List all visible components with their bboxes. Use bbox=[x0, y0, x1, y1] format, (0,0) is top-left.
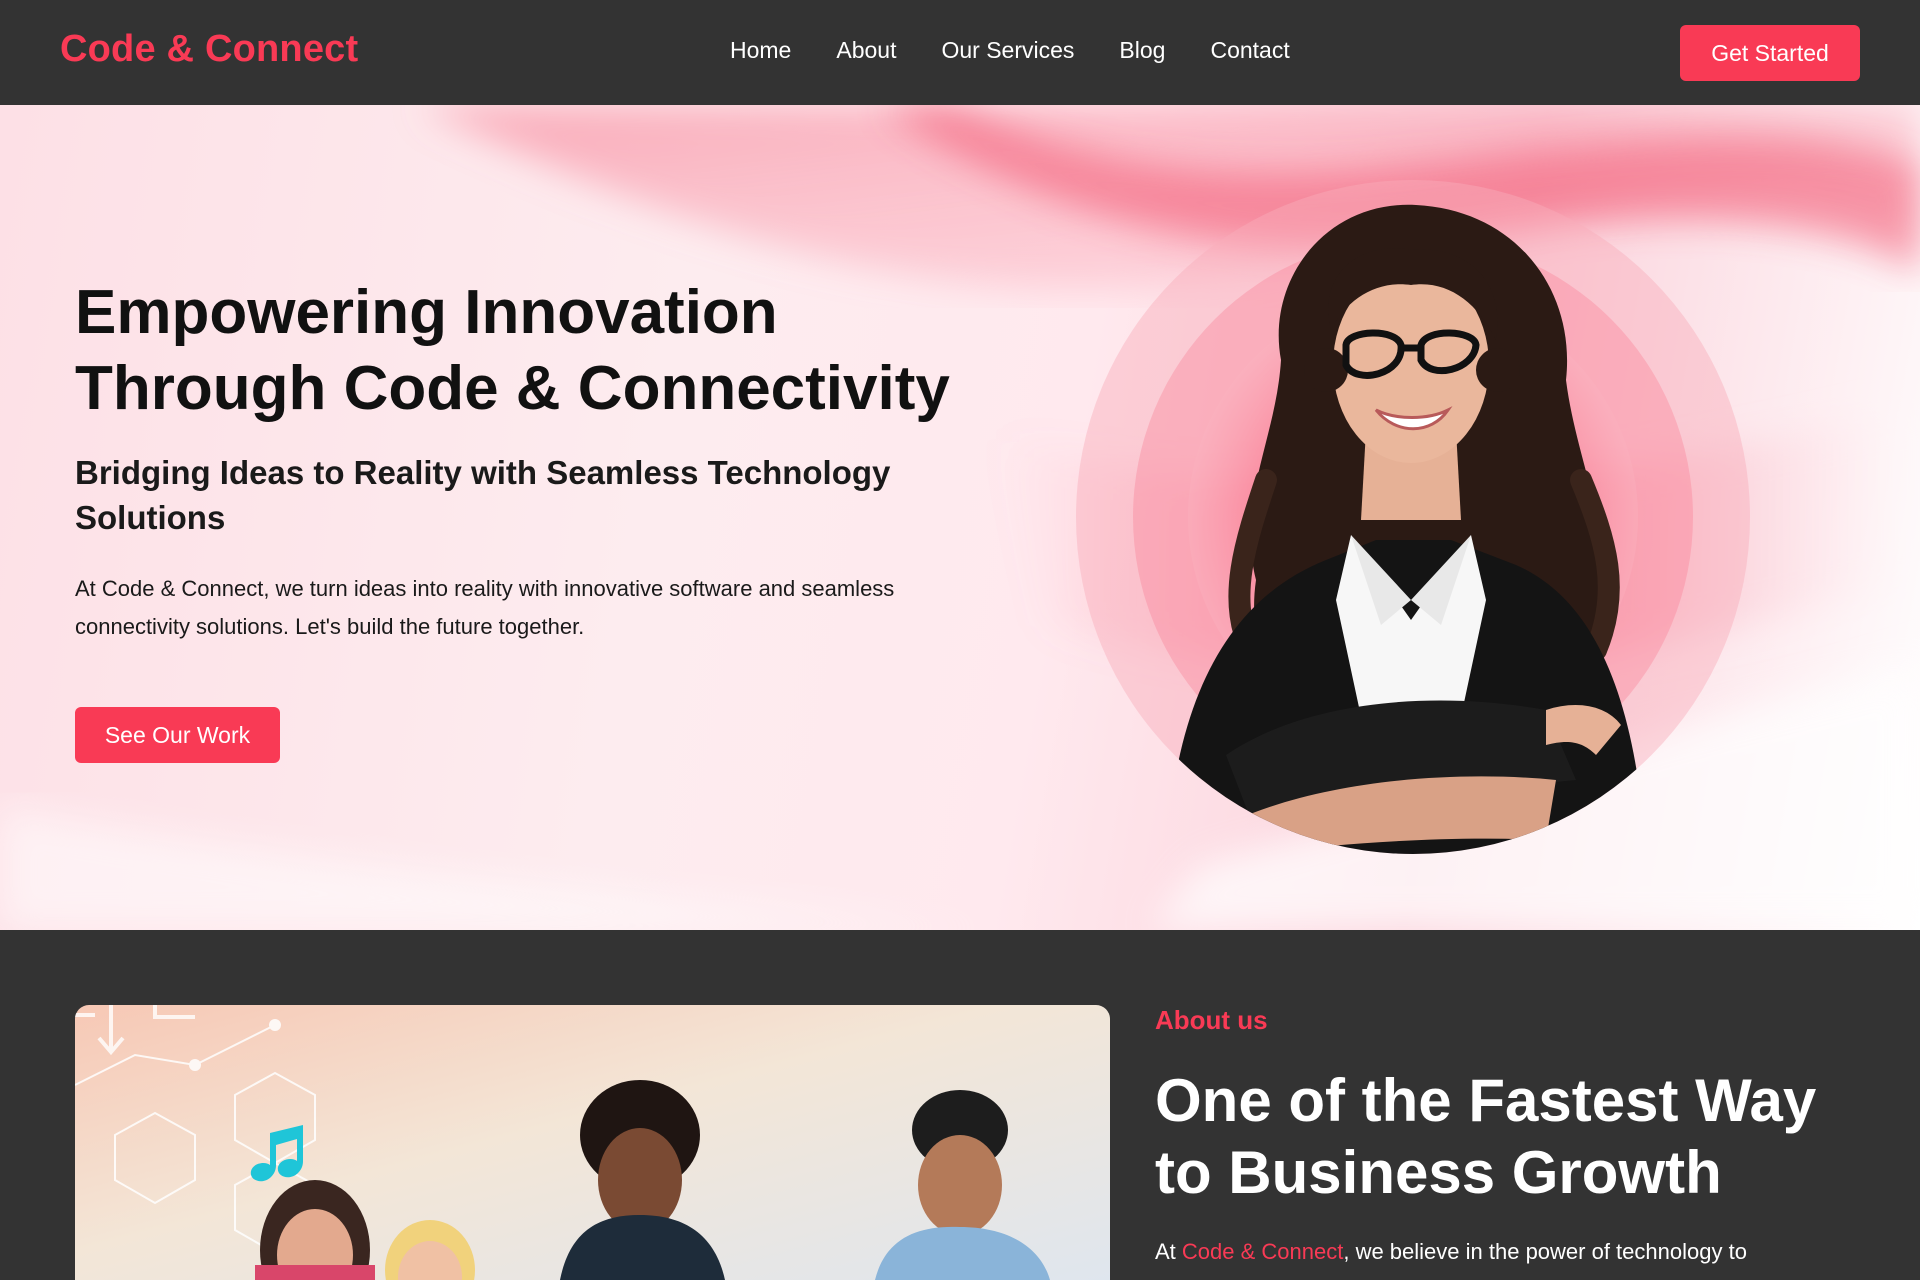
hero-title-line-1: Empowering Innovation bbox=[75, 278, 778, 347]
nav-link-our-services[interactable]: Our Services bbox=[941, 37, 1074, 64]
about-section: About us One of the Fastest Way to Busin… bbox=[0, 930, 1920, 1280]
nav-link-home[interactable]: Home bbox=[730, 37, 791, 64]
nav-link-blog[interactable]: Blog bbox=[1119, 37, 1165, 64]
about-description: At Code & Connect, we believe in the pow… bbox=[1155, 1235, 1875, 1269]
about-title-line-2: to Business Growth bbox=[1155, 1139, 1722, 1206]
about-brand-highlight: Code & Connect bbox=[1181, 1239, 1344, 1264]
main-menu: Home About Our Services Blog Contact bbox=[730, 37, 1290, 64]
top-navbar: Code & Connect Home About Our Services B… bbox=[0, 0, 1920, 105]
hero-description: At Code & Connect, we turn ideas into re… bbox=[75, 576, 895, 639]
about-title-line-1: One of the Fastest Way bbox=[1155, 1067, 1817, 1134]
nav-link-about[interactable]: About bbox=[836, 37, 896, 64]
about-text-prefix: At bbox=[1155, 1239, 1182, 1264]
hero-section: Empowering Innovation Through Code & Con… bbox=[0, 105, 1920, 930]
see-our-work-button[interactable]: See Our Work bbox=[75, 707, 280, 763]
team-photo bbox=[75, 1005, 1110, 1280]
get-started-button[interactable]: Get Started bbox=[1680, 25, 1860, 81]
about-kicker: About us bbox=[1155, 1005, 1268, 1035]
hero-portrait-image bbox=[1076, 180, 1750, 854]
hero-title-line-2: Through Code & Connectivity bbox=[75, 354, 950, 423]
hero-title: Empowering Innovation Through Code & Con… bbox=[75, 275, 1035, 427]
brand-logo[interactable]: Code & Connect bbox=[60, 28, 358, 71]
about-title: One of the Fastest Way to Business Growt… bbox=[1155, 1065, 1875, 1209]
about-text-suffix: , we believe in the power of technology … bbox=[1343, 1239, 1747, 1264]
nav-link-contact[interactable]: Contact bbox=[1210, 37, 1289, 64]
hero-subtitle: Bridging Ideas to Reality with Seamless … bbox=[75, 454, 891, 536]
